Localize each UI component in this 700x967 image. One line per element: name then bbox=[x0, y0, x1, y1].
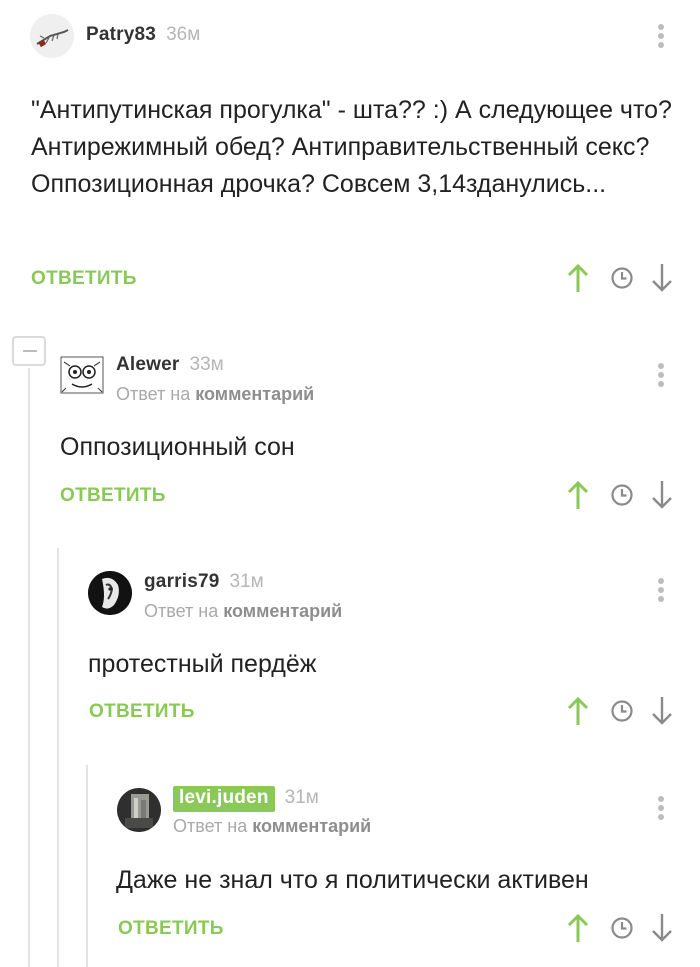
clock-icon[interactable] bbox=[610, 916, 634, 940]
clock-icon[interactable] bbox=[610, 699, 634, 723]
comment-text: "Антипутинская прогулка" - шта?? :) А сл… bbox=[31, 96, 672, 198]
thread-line-level-1 bbox=[28, 368, 30, 967]
reply-to-info: Ответ на комментарий bbox=[116, 384, 314, 405]
clock-icon[interactable] bbox=[610, 483, 634, 507]
reply-button[interactable]: ОТВЕТИТЬ bbox=[89, 701, 195, 723]
avatar[interactable] bbox=[60, 354, 104, 398]
avatar[interactable] bbox=[117, 788, 161, 832]
photo-avatar-icon bbox=[117, 788, 161, 832]
username[interactable]: garris79 bbox=[144, 571, 220, 593]
arrow-up-icon[interactable] bbox=[566, 480, 590, 510]
reply-to-link[interactable]: комментарий bbox=[223, 601, 342, 621]
thread-line-level-2 bbox=[57, 548, 59, 967]
dark-portrait-avatar-icon bbox=[88, 571, 132, 615]
arrow-down-icon[interactable] bbox=[650, 263, 674, 293]
username[interactable]: Alewer bbox=[116, 354, 180, 376]
reply-button[interactable]: ОТВЕТИТЬ bbox=[60, 485, 166, 507]
collapse-thread-button[interactable] bbox=[12, 336, 46, 366]
username[interactable]: Patry83 bbox=[86, 24, 156, 46]
avatar[interactable] bbox=[30, 14, 74, 58]
avatar[interactable] bbox=[88, 571, 132, 615]
reply-to-prefix: Ответ на bbox=[173, 816, 248, 836]
comment-time: 36м bbox=[166, 24, 201, 45]
arrow-down-icon[interactable] bbox=[650, 696, 674, 726]
comment-text: протестный пердёж bbox=[88, 650, 317, 678]
fishing-lure-avatar-icon bbox=[30, 14, 74, 58]
minus-icon bbox=[23, 350, 37, 352]
reply-to-link[interactable]: комментарий bbox=[252, 816, 371, 836]
comment-time: 31м bbox=[284, 787, 319, 808]
more-vertical-icon[interactable] bbox=[658, 578, 666, 605]
arrow-up-icon[interactable] bbox=[566, 696, 590, 726]
thread-line-level-3 bbox=[86, 765, 88, 967]
reply-to-prefix: Ответ на bbox=[144, 601, 219, 621]
reply-to-prefix: Ответ на bbox=[116, 384, 191, 404]
reply-to-info: Ответ на комментарий bbox=[144, 601, 342, 622]
username[interactable]: levi.juden bbox=[173, 786, 275, 812]
reply-to-link[interactable]: комментарий bbox=[195, 384, 314, 404]
reply-button[interactable]: ОТВЕТИТЬ bbox=[118, 918, 224, 940]
arrow-down-icon[interactable] bbox=[650, 913, 674, 943]
comment-text: Оппозиционный сон bbox=[60, 433, 295, 461]
reply-button[interactable]: ОТВЕТИТЬ bbox=[31, 268, 137, 290]
clock-icon[interactable] bbox=[610, 266, 634, 290]
arrow-up-icon[interactable] bbox=[566, 263, 590, 293]
more-vertical-icon[interactable] bbox=[658, 363, 666, 390]
more-vertical-icon[interactable] bbox=[658, 24, 666, 51]
more-vertical-icon[interactable] bbox=[658, 796, 666, 823]
arrow-down-icon[interactable] bbox=[650, 480, 674, 510]
comment-time: 31м bbox=[229, 571, 264, 592]
comment-text: Даже не знал что я политически активен bbox=[116, 866, 589, 894]
reply-to-info: Ответ на комментарий bbox=[173, 816, 371, 837]
doodle-face-avatar-icon bbox=[60, 356, 104, 394]
comment-time: 33м bbox=[189, 354, 224, 375]
arrow-up-icon[interactable] bbox=[566, 913, 590, 943]
